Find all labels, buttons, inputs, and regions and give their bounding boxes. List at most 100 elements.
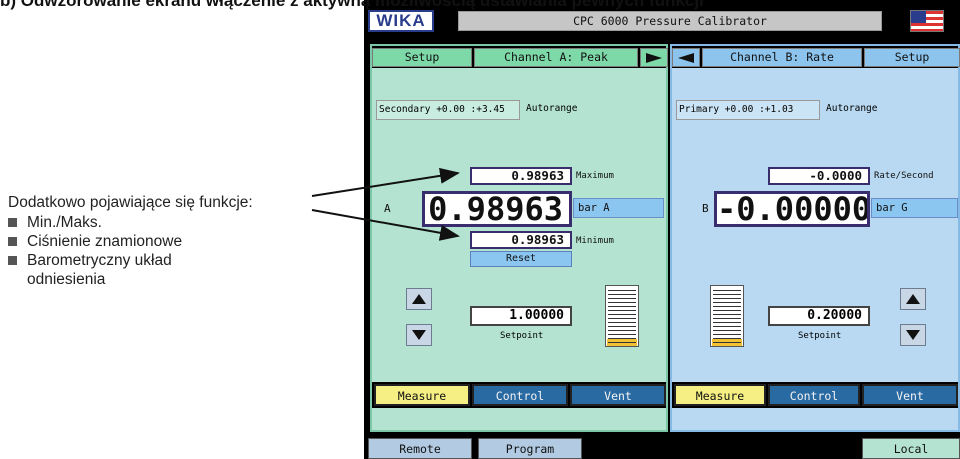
bargraph-segment — [608, 318, 636, 319]
local-button[interactable]: Local — [862, 438, 960, 459]
bullet-square-icon — [8, 218, 17, 227]
maximum-label: Maximum — [576, 171, 614, 181]
channel-a-minimum-value: 0.98963 — [470, 231, 572, 249]
bargraph-segment — [608, 334, 636, 335]
bargraph-segment — [713, 318, 741, 319]
channel-b-down-button[interactable] — [900, 324, 926, 346]
annotation-item: Ciśnienie znamionowe — [8, 232, 308, 251]
annotation-intro: Dodatkowo pojawiające się funkcje: — [8, 194, 253, 211]
rate-label: Rate/Second — [874, 171, 934, 181]
channel-b-primary-row: Primary +0.00 :+1.03 Autorange — [676, 100, 958, 120]
channel-b-setpoint-value[interactable]: 0.20000 — [768, 306, 870, 326]
autorange-label: Autorange — [826, 103, 878, 114]
channel-b-panel: Channel B: Rate Setup Primary +0.00 :+1.… — [670, 44, 960, 432]
channel-a-setpoint-value[interactable]: 1.00000 — [470, 306, 572, 326]
annotation-block: Dodatkowo pojawiające się funkcje: Min./… — [8, 193, 308, 289]
channel-b-control-button[interactable]: Control — [768, 384, 860, 406]
flag-stripe — [911, 23, 943, 26]
calibrator-screen: WIKA CPC 6000 Pressure Calibrator Setup … — [364, 0, 960, 459]
title-bar: WIKA CPC 6000 Pressure Calibrator — [364, 8, 960, 34]
channel-b-measure-button[interactable]: Measure — [674, 384, 766, 406]
bargraph-segment — [713, 298, 741, 299]
channel-b-tabrow: Channel B: Rate Setup — [672, 46, 960, 68]
channel-a-title-tab[interactable]: Channel A: Peak — [474, 48, 638, 67]
bargraph-segment — [713, 310, 741, 311]
bargraph-segment — [713, 326, 741, 327]
primary-field[interactable]: Primary +0.00 :+1.03 — [676, 100, 820, 120]
program-button[interactable]: Program — [478, 438, 582, 459]
channel-b-bargraph — [710, 285, 744, 347]
channel-a-next-button[interactable] — [640, 48, 668, 67]
annotation-item: Min./Maks. — [8, 213, 308, 232]
channel-b-setup-button[interactable]: Setup — [864, 48, 960, 67]
bargraph-segment — [608, 290, 636, 291]
wika-logo: WIKA — [368, 10, 434, 32]
channel-b-mode-bar: Measure Control Vent — [672, 382, 958, 408]
arrow-down-icon — [906, 330, 920, 340]
page-heading: b) Odwzorowanie ekranu włączenie z aktyw… — [0, 0, 704, 10]
bargraph-segment — [608, 294, 636, 295]
bargraph-segment — [608, 310, 636, 311]
bargraph-segment — [713, 338, 741, 339]
channel-b-title-tab[interactable]: Channel B: Rate — [702, 48, 862, 67]
setpoint-label: Setpoint — [798, 331, 842, 341]
channel-a-main-reading: 0.98963 — [422, 191, 572, 227]
bargraph-segment — [713, 330, 741, 331]
bargraph-segment — [608, 330, 636, 331]
channel-a-control-button[interactable]: Control — [472, 384, 568, 406]
channel-a-panel: Setup Channel A: Peak Secondary +0.00 :+… — [370, 44, 668, 432]
channel-b-main-reading: -0.00000 — [714, 191, 870, 227]
flag-stripe — [911, 29, 943, 31]
bargraph-segment — [713, 314, 741, 315]
bullet-square-icon — [8, 237, 17, 246]
channel-b-rate-value: -0.0000 — [768, 167, 870, 185]
bargraph-segment — [608, 298, 636, 299]
channel-a-setup-button[interactable]: Setup — [372, 48, 472, 67]
channel-b-prev-button[interactable] — [672, 48, 700, 67]
channel-a-secondary-row: Secondary +0.00 :+3.45 Autorange — [376, 100, 666, 120]
arrow-right-icon — [646, 53, 662, 63]
bargraph-segment — [713, 334, 741, 335]
bargraph-segment — [608, 306, 636, 307]
channel-a-bargraph — [605, 285, 639, 347]
channel-a-unit[interactable]: bar A — [573, 198, 664, 218]
bargraph-segment — [713, 294, 741, 295]
flag-canton — [911, 11, 926, 23]
channel-b-up-button[interactable] — [900, 288, 926, 310]
channel-a-tabrow: Setup Channel A: Peak — [372, 46, 668, 68]
bargraph-segment — [608, 302, 636, 303]
bargraph-segment — [608, 314, 636, 315]
annotation-list: Min./Maks. Ciśnienie znamionowe Barometr… — [8, 213, 308, 289]
channel-b-unit[interactable]: bar G — [871, 198, 958, 218]
arrow-up-icon — [412, 294, 426, 304]
annotation-item: Barometryczny układ odniesienia — [8, 251, 308, 289]
bottom-bar: Remote Program Local — [364, 438, 960, 459]
bargraph-segment — [713, 290, 741, 291]
bargraph-segment — [713, 342, 741, 343]
channel-a-down-button[interactable] — [406, 324, 432, 346]
setpoint-label: Setpoint — [500, 331, 544, 341]
app-title: CPC 6000 Pressure Calibrator — [458, 11, 882, 31]
minimum-label: Minimum — [576, 236, 614, 246]
bargraph-segment — [608, 326, 636, 327]
channel-a-measure-button[interactable]: Measure — [374, 384, 470, 406]
bargraph-segment — [713, 306, 741, 307]
secondary-field[interactable]: Secondary +0.00 :+3.45 — [376, 100, 520, 120]
bullet-square-icon — [8, 256, 17, 265]
bargraph-segment — [713, 302, 741, 303]
channel-a-up-button[interactable] — [406, 288, 432, 310]
autorange-label: Autorange — [526, 103, 578, 114]
bargraph-segment — [713, 322, 741, 323]
bargraph-segment — [608, 338, 636, 339]
arrow-up-icon — [906, 294, 920, 304]
channel-a-mode-bar: Measure Control Vent — [372, 382, 666, 408]
channel-b-letter: B — [702, 202, 709, 215]
bargraph-segment — [608, 342, 636, 343]
us-flag-icon[interactable] — [910, 10, 944, 32]
reset-button[interactable]: Reset — [470, 251, 572, 267]
channel-a-vent-button[interactable]: Vent — [570, 384, 666, 406]
channel-b-vent-button[interactable]: Vent — [862, 384, 958, 406]
arrow-left-icon — [678, 53, 694, 63]
remote-button[interactable]: Remote — [368, 438, 472, 459]
channel-a-maximum-value: 0.98963 — [470, 167, 572, 185]
